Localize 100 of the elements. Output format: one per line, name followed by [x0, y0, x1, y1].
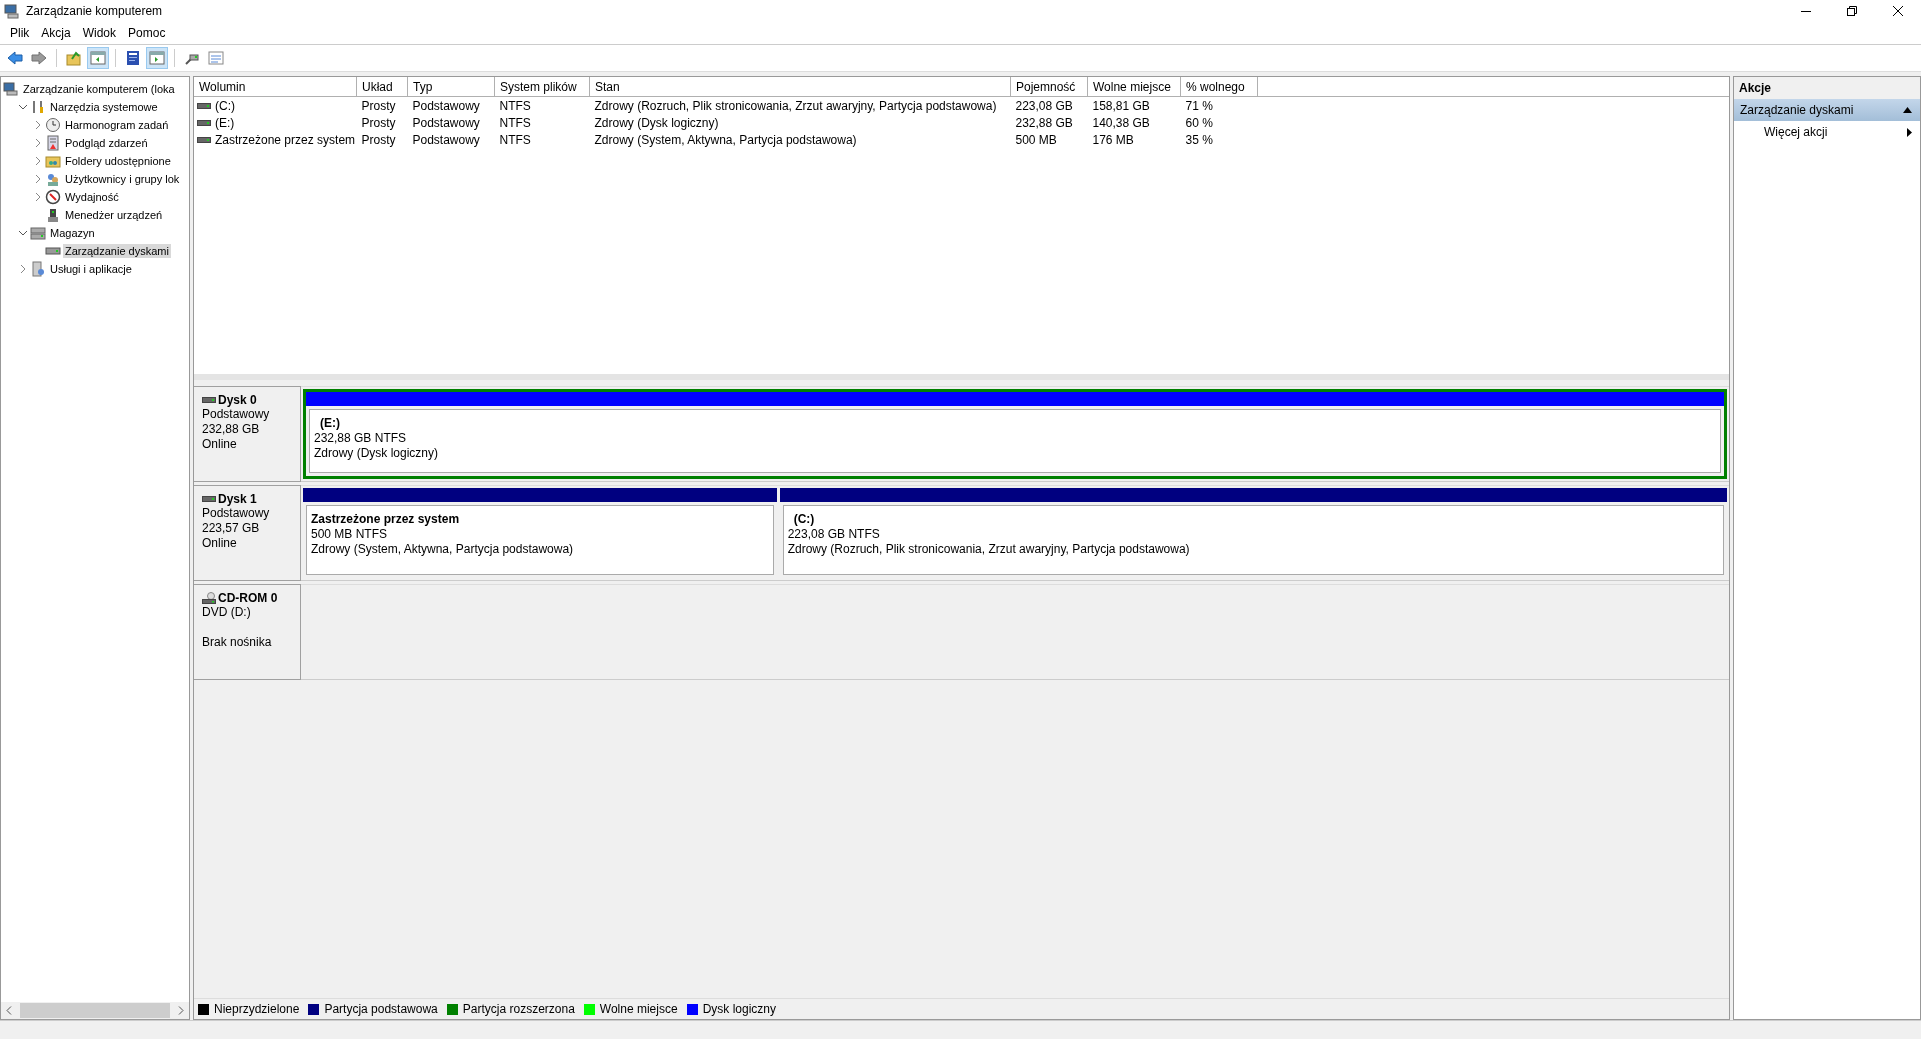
tree-item[interactable]: Foldery udostępnione [63, 154, 173, 168]
partition-block[interactable]: (E:) 232,88 GB NTFS Zdrowy (Dysk logiczny) [303, 389, 1727, 479]
chevron-right-icon[interactable] [33, 120, 43, 130]
storage-icon [30, 225, 46, 241]
partition-status: Zdrowy (Rozruch, Plik stronicowania, Zrzut awaryjny, Partycja podstawowa) [787, 542, 1191, 557]
partition-block[interactable]: Zastrzeżone przez system 500 MB NTFS Zdrowy (System, Aktywna, Partycja podstawowa) [303, 488, 777, 578]
menu-item[interactable]: Widok [76, 24, 123, 42]
disk-info-panel[interactable]: Dysk 0 Podstawowy 232,88 GB Online [194, 386, 301, 482]
tools-icon [30, 99, 46, 115]
scroll-left-icon[interactable] [6, 1006, 12, 1015]
close-icon [1893, 6, 1903, 16]
chevron-down-icon[interactable] [18, 102, 28, 112]
tree-item[interactable]: Zarządzanie dyskami [63, 244, 171, 258]
legend-label: Partycja podstawowa [324, 1002, 438, 1016]
partition-status: Zdrowy (System, Aktywna, Partycja podstawowa) [311, 542, 575, 557]
column-header[interactable]: Typ [407, 77, 495, 97]
table-cell-text: 232,88 GB [1014, 114, 1074, 131]
horizontal-scrollbar[interactable] [1, 1002, 189, 1019]
chevron-right-icon[interactable] [33, 174, 43, 184]
table-cell-text: Podstawowy [411, 131, 481, 148]
disk-drive-icon [202, 495, 216, 503]
menu-item[interactable]: Akcja [35, 24, 77, 42]
tree-item[interactable]: Wydajność [63, 190, 121, 204]
column-header[interactable]: Wolne miejsce [1087, 77, 1181, 97]
chevron-right-icon[interactable] [33, 138, 43, 148]
partition-title: (C:) [792, 512, 816, 527]
table-cell-text: 140,38 GB [1091, 114, 1151, 131]
column-header[interactable]: % wolnego [1180, 77, 1258, 97]
table-cell-text: Prosty [360, 114, 397, 131]
table-cell-text: Zdrowy (Dysk logiczny) [593, 114, 720, 131]
column-header[interactable]: Wolumin [194, 77, 357, 97]
disk-detail: Brak nośnika [202, 635, 273, 650]
column-header[interactable]: System plików [494, 77, 590, 97]
partition-title: (E:) [319, 416, 341, 431]
action-section-header[interactable]: Zarządzanie dyskami [1734, 99, 1920, 121]
table-cell: Prosty [356, 96, 408, 114]
panel-right-icon [149, 50, 165, 66]
scroll-right-icon[interactable] [178, 1006, 184, 1015]
actions-header: Akcje [1734, 77, 1920, 99]
clock-icon [45, 117, 61, 133]
users-icon [45, 171, 61, 187]
collapse-triangle-icon[interactable] [1903, 107, 1912, 113]
shared-folder-icon [45, 153, 61, 169]
partition-size: 223,08 GB NTFS [787, 527, 881, 542]
disk-detail: Online [202, 536, 238, 551]
chevron-right-icon[interactable] [33, 192, 43, 202]
action-link[interactable]: Więcej akcji [1764, 125, 1828, 139]
partition-block[interactable]: (C:) 223,08 GB NTFS Zdrowy (Rozruch, Plik stronicowania, Zrzut awaryjny, Partycja podstawowa) [779, 488, 1727, 578]
table-cell-text: 176 MB [1091, 131, 1135, 148]
panel-left-icon [90, 50, 106, 66]
legend-label: Nieprzydzielone [214, 1002, 300, 1016]
chevron-down-icon[interactable] [18, 228, 28, 238]
disk-name: Dysk 1 [218, 492, 257, 506]
folder-up-icon [66, 50, 82, 66]
volume-icon [197, 118, 211, 127]
column-header[interactable]: Układ [356, 77, 408, 97]
tree-item[interactable]: Użytkownicy i grupy lok [63, 172, 182, 186]
tree-item[interactable]: Narzędzia systemowe [48, 100, 160, 114]
tree-item[interactable]: Harmonogram zadań [63, 118, 171, 132]
table-cell: 158,81 GB [1087, 96, 1181, 114]
tree-item[interactable]: Usługi i aplikacje [48, 262, 134, 276]
tree-item[interactable]: Zarządzanie komputerem (loka [21, 82, 177, 96]
partition-title: Zastrzeżone przez system [311, 512, 461, 527]
tree-item[interactable]: Magazyn [48, 226, 97, 240]
volume-icon [197, 101, 211, 110]
volume-icon [197, 135, 211, 144]
disk-info-panel[interactable]: Dysk 1 Podstawowy 223,57 GB Online [194, 485, 301, 581]
menu-item[interactable]: Pomoc [122, 24, 172, 42]
computer-icon [4, 3, 20, 19]
partition-status: Zdrowy (Dysk logiczny) [314, 446, 440, 461]
table-cell-text: 500 MB [1014, 131, 1058, 148]
table-cell: Podstawowy [407, 96, 495, 114]
table-cell: Zastrzeżone przez system [215, 132, 356, 147]
table-cell: (E:) [215, 115, 235, 130]
disk-detail: Online [202, 437, 238, 452]
column-header[interactable]: Pojemność [1010, 77, 1088, 97]
disk-name: Dysk 0 [218, 393, 257, 407]
table-cell-text: 35 % [1184, 131, 1214, 148]
back-arrow-icon [7, 50, 23, 66]
disk-info-panel[interactable]: CD-ROM 0 DVD (D:) Brak nośnika [194, 584, 301, 680]
table-cell-text: NTFS [498, 114, 532, 131]
disk-name: CD-ROM 0 [218, 591, 278, 605]
window-title: Zarządzanie komputerem [26, 4, 163, 18]
table-cell: NTFS [494, 96, 590, 114]
computer-icon [3, 81, 19, 97]
chevron-right-icon[interactable] [33, 156, 43, 166]
table-cell: 223,08 GB [1010, 96, 1088, 114]
table-cell-text: Podstawowy [411, 114, 481, 131]
services-icon [30, 261, 46, 277]
column-header[interactable]: Stan [589, 77, 1011, 97]
tree-item[interactable]: Menedżer urządzeń [63, 208, 165, 222]
partition-size: 500 MB NTFS [311, 527, 389, 542]
tree-item[interactable]: Podgląd zdarzeń [63, 136, 150, 150]
disk-detail: 223,57 GB [202, 521, 261, 536]
chevron-right-icon[interactable] [18, 264, 28, 274]
table-cell-text: NTFS [498, 131, 532, 148]
disk-detail: 232,88 GB [202, 422, 261, 437]
disk-drive-icon [202, 396, 216, 404]
cd-drive-icon [202, 592, 216, 604]
menu-item[interactable]: Plik [4, 24, 36, 42]
